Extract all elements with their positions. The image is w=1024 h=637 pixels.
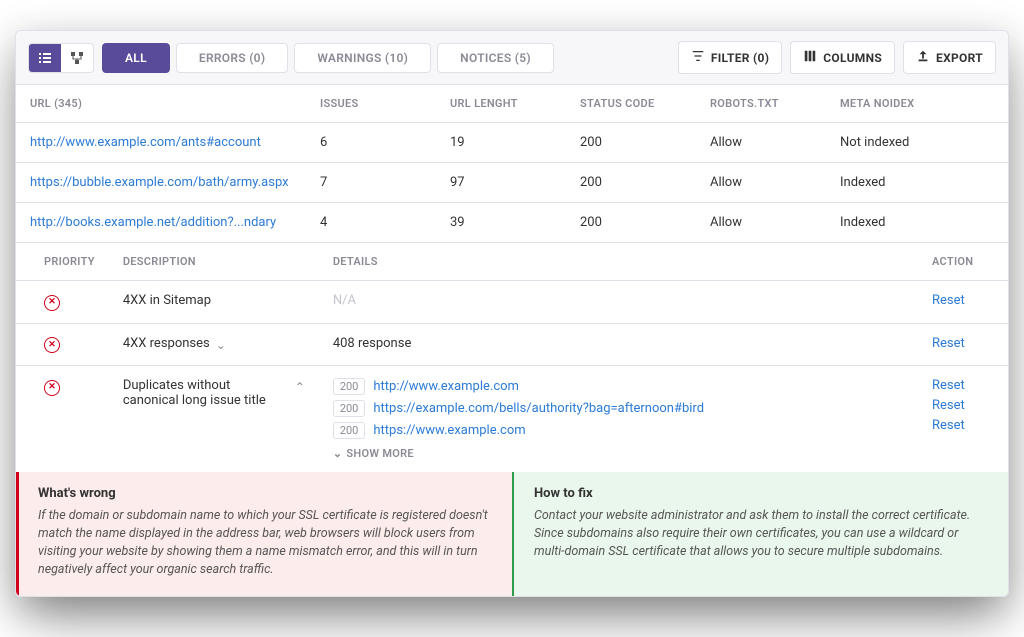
- list-icon: [37, 50, 53, 66]
- issues-cell: 4: [306, 203, 436, 243]
- reset-link[interactable]: Reset: [932, 418, 994, 433]
- expandable-description[interactable]: Duplicates without canonical long issue …: [123, 378, 305, 408]
- list-view-button[interactable]: [29, 44, 61, 72]
- view-toggle: [28, 43, 94, 73]
- meta-cell: Indexed: [826, 203, 1008, 243]
- issues-table: PRIORITY DESCRIPTION DETAILS ACTION ✕ 4X…: [16, 243, 1008, 472]
- table-row: http://www.example.com/ants#account 6 19…: [16, 123, 1008, 163]
- whats-wrong-body: If the domain or subdomain name to which…: [38, 507, 494, 580]
- how-to-fix-body: Contact your website administrator and a…: [534, 507, 990, 561]
- col-description[interactable]: DESCRIPTION: [109, 243, 319, 281]
- issue-row: ✕ Duplicates without canonical long issu…: [16, 366, 1008, 473]
- toolbar: ALL ERRORS (0) WARNINGS (10) NOTICES (5)…: [16, 31, 1008, 85]
- len-cell: 39: [436, 203, 566, 243]
- chevron-down-icon: ⌄: [216, 338, 226, 352]
- columns-label: COLUMNS: [823, 51, 882, 65]
- status-cell: 200: [566, 123, 696, 163]
- app-window: ALL ERRORS (0) WARNINGS (10) NOTICES (5)…: [15, 30, 1009, 597]
- filter-label: FILTER (0): [711, 51, 769, 65]
- issues-cell: 6: [306, 123, 436, 163]
- url-table: URL (345) ISSUES URL LENGHT STATUS CODE …: [16, 85, 1008, 243]
- upload-icon: [916, 49, 930, 66]
- export-button[interactable]: EXPORT: [903, 41, 996, 74]
- issue-row: ✕ 4XX responses ⌄ 408 response Reset: [16, 323, 1008, 366]
- detail-url-link[interactable]: https://example.com/bells/authority?bag=…: [373, 401, 704, 416]
- tree-icon: [69, 50, 85, 66]
- table-row: https://bubble.example.com/bath/army.asp…: [16, 163, 1008, 203]
- col-url-length[interactable]: URL LENGHT: [436, 85, 566, 123]
- expandable-description[interactable]: 4XX responses ⌄: [123, 336, 305, 352]
- na-text: N/A: [333, 293, 356, 308]
- issue-detail: 408 response: [319, 323, 918, 366]
- table-row: http://books.example.net/addition?...nda…: [16, 203, 1008, 243]
- url-link[interactable]: http://www.example.com/ants#account: [30, 135, 261, 150]
- col-details[interactable]: DETAILS: [319, 243, 918, 281]
- reset-link[interactable]: Reset: [932, 398, 994, 413]
- chevron-up-icon: ⌃: [295, 380, 305, 394]
- columns-icon: [803, 49, 817, 66]
- url-link[interactable]: http://books.example.net/addition?...nda…: [30, 215, 276, 230]
- detail-url-link[interactable]: https://www.example.com: [373, 423, 525, 438]
- tab-errors[interactable]: ERRORS (0): [176, 43, 288, 73]
- col-action[interactable]: ACTION: [918, 243, 1008, 281]
- error-priority-icon: ✕: [44, 337, 60, 353]
- detail-url-row: 200 https://example.com/bells/authority?…: [333, 400, 904, 417]
- export-label: EXPORT: [936, 51, 983, 65]
- tree-view-button[interactable]: [61, 44, 93, 72]
- detail-url-row: 200 https://www.example.com: [333, 422, 904, 439]
- status-code-pill: 200: [333, 422, 366, 439]
- col-robots[interactable]: ROBOTS.TXT: [696, 85, 826, 123]
- detail-url-link[interactable]: http://www.example.com: [373, 379, 519, 394]
- len-cell: 19: [436, 123, 566, 163]
- tab-warnings[interactable]: WARNINGS (10): [294, 43, 431, 73]
- tab-all[interactable]: ALL: [102, 43, 170, 73]
- error-priority-icon: ✕: [44, 380, 60, 396]
- col-priority[interactable]: PRIORITY: [16, 243, 109, 281]
- len-cell: 97: [436, 163, 566, 203]
- info-panels: What's wrong If the domain or subdomain …: [16, 472, 1008, 596]
- columns-button[interactable]: COLUMNS: [790, 41, 895, 74]
- chevron-down-icon: ⌄: [333, 447, 343, 460]
- robots-cell: Allow: [696, 123, 826, 163]
- show-more-button[interactable]: ⌄ SHOW MORE: [333, 447, 904, 460]
- show-more-label: SHOW MORE: [346, 447, 414, 460]
- robots-cell: Allow: [696, 203, 826, 243]
- status-code-pill: 200: [333, 378, 366, 395]
- whats-wrong-title: What's wrong: [38, 486, 494, 501]
- category-tabs: ALL ERRORS (0) WARNINGS (10) NOTICES (5): [102, 43, 554, 73]
- tab-notices[interactable]: NOTICES (5): [437, 43, 554, 73]
- robots-cell: Allow: [696, 163, 826, 203]
- error-priority-icon: ✕: [44, 295, 60, 311]
- filter-button[interactable]: FILTER (0): [678, 41, 782, 74]
- whats-wrong-panel: What's wrong If the domain or subdomain …: [16, 472, 512, 596]
- detail-url-row: 200 http://www.example.com: [333, 378, 904, 395]
- issue-description: 4XX responses: [123, 336, 210, 351]
- reset-link[interactable]: Reset: [932, 336, 994, 351]
- col-url[interactable]: URL (345): [16, 85, 306, 123]
- issue-row: ✕ 4XX in Sitemap N/A Reset: [16, 281, 1008, 324]
- filter-icon: [691, 49, 705, 66]
- url-link[interactable]: https://bubble.example.com/bath/army.asp…: [30, 175, 289, 190]
- col-status[interactable]: STATUS CODE: [566, 85, 696, 123]
- issue-description: Duplicates without canonical long issue …: [123, 378, 289, 408]
- issues-cell: 7: [306, 163, 436, 203]
- status-cell: 200: [566, 163, 696, 203]
- issue-description: 4XX in Sitemap: [109, 281, 319, 324]
- how-to-fix-title: How to fix: [534, 486, 990, 501]
- col-issues[interactable]: ISSUES: [306, 85, 436, 123]
- status-code-pill: 200: [333, 400, 366, 417]
- status-cell: 200: [566, 203, 696, 243]
- reset-link[interactable]: Reset: [932, 293, 994, 308]
- meta-cell: Not indexed: [826, 123, 1008, 163]
- meta-cell: Indexed: [826, 163, 1008, 203]
- reset-link[interactable]: Reset: [932, 378, 994, 393]
- how-to-fix-panel: How to fix Contact your website administ…: [512, 472, 1008, 596]
- col-meta-noidex[interactable]: META NOIDEX: [826, 85, 1008, 123]
